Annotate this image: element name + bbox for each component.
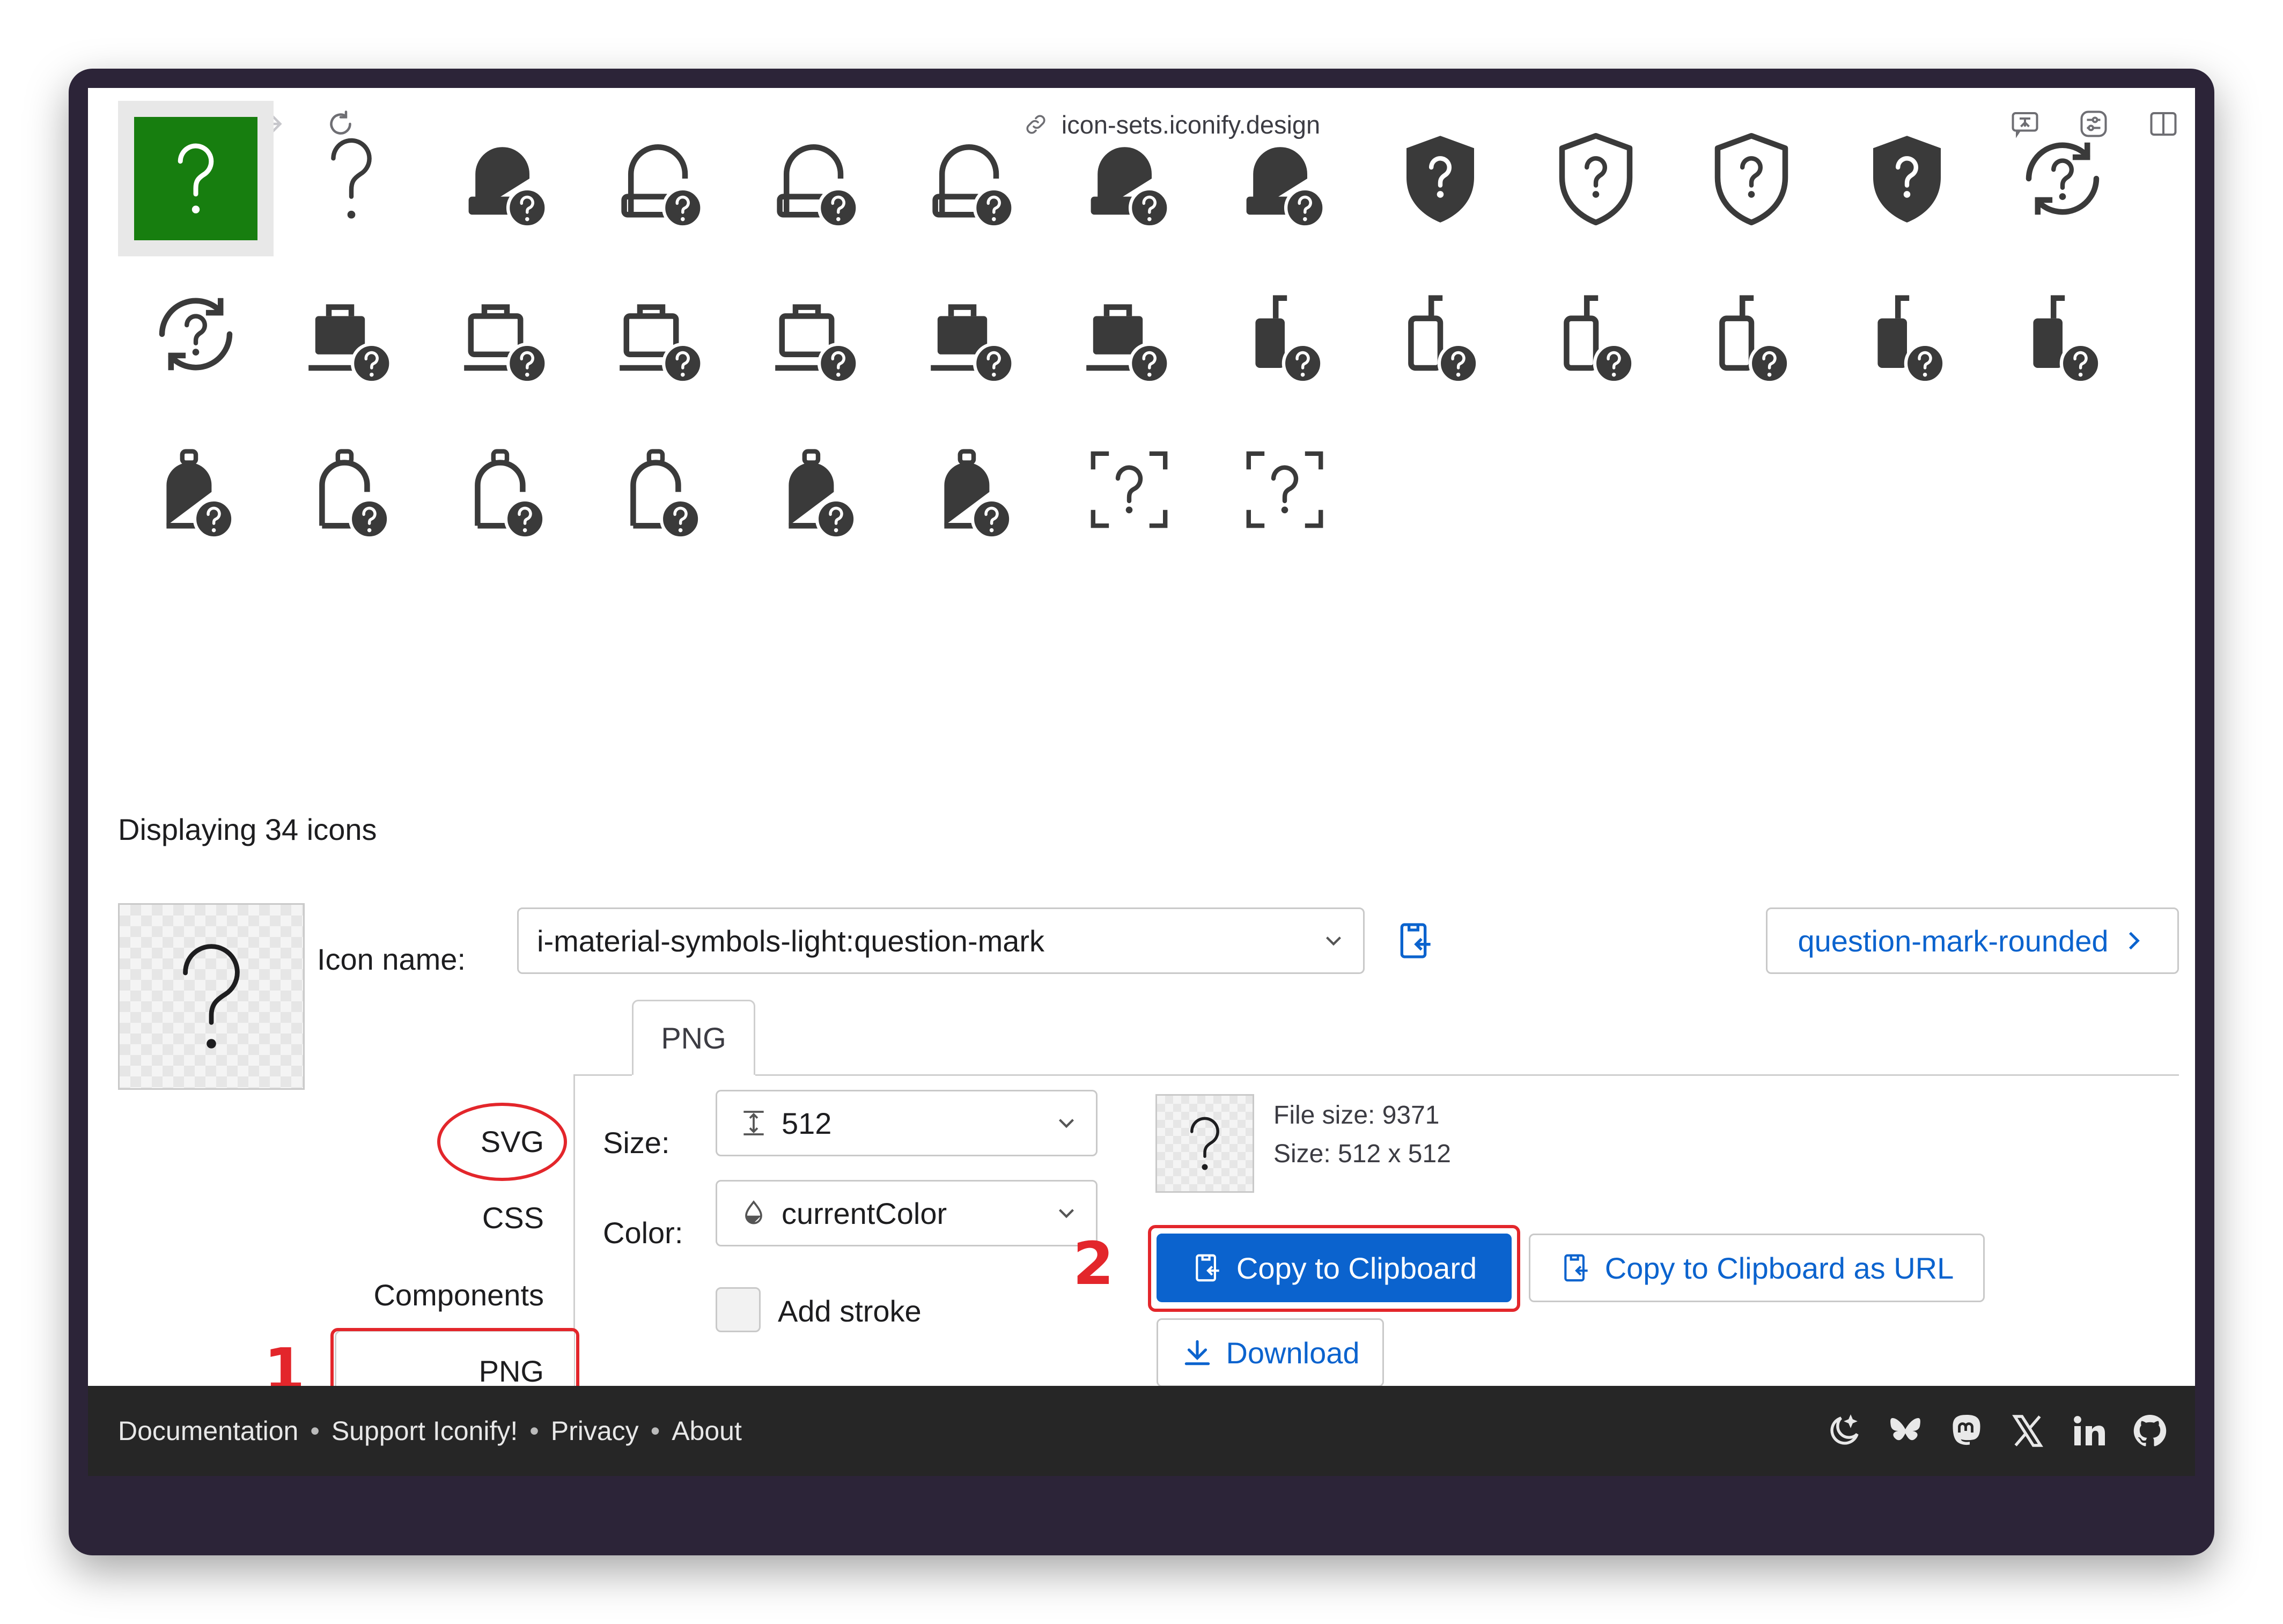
copy-url-label: Copy to Clipboard as URL xyxy=(1604,1251,1954,1285)
question-mark-filled-square-icon[interactable] xyxy=(118,101,274,256)
luggage-question-filled-2-icon[interactable] xyxy=(1829,256,1985,412)
work-question-outline-icon[interactable] xyxy=(429,256,585,412)
tab-png[interactable]: PNG xyxy=(632,1000,755,1075)
download-label: Download xyxy=(1226,1335,1360,1370)
work-question-filled-icon[interactable] xyxy=(274,256,429,412)
help-clinic-filled-icon[interactable] xyxy=(429,101,585,256)
size-label: Size: xyxy=(603,1126,670,1160)
luggage-question-filled-3-icon[interactable] xyxy=(1985,256,2140,412)
luggage-question-filled-icon[interactable] xyxy=(1207,256,1363,412)
add-stroke-label[interactable]: Add stroke xyxy=(778,1294,922,1328)
png-preview xyxy=(1155,1094,1254,1193)
help-clinic-filled-2-icon[interactable] xyxy=(1051,101,1207,256)
question-mark-icon xyxy=(1190,1117,1219,1170)
github-icon[interactable] xyxy=(2129,1409,2171,1452)
droplet-icon xyxy=(745,1200,762,1224)
sync-question-2-icon[interactable] xyxy=(118,256,274,412)
download-icon xyxy=(1185,1340,1210,1365)
backpack-question-outline-icon[interactable] xyxy=(274,412,429,567)
sync-question-icon[interactable] xyxy=(1985,101,2140,256)
browser-content: icon-sets.iconify.design Displaying 34 i… xyxy=(88,88,2195,1476)
tab-underline-left xyxy=(573,1074,632,1076)
help-clinic-outline-icon[interactable] xyxy=(585,101,740,256)
footer-separator: • xyxy=(529,1416,539,1446)
image-size-text: Size: 512 x 512 xyxy=(1273,1140,1451,1168)
mastodon-icon[interactable] xyxy=(1945,1409,1988,1452)
backpack-question-filled-icon[interactable] xyxy=(118,412,274,567)
shield-question-filled-2-icon[interactable] xyxy=(1829,101,1985,256)
chevron-down-icon xyxy=(1059,1119,1074,1128)
icon-count-text: Displaying 34 icons xyxy=(118,813,377,846)
svg-highlight-circle xyxy=(437,1103,567,1181)
footer-separator: • xyxy=(310,1416,320,1446)
color-value: currentColor xyxy=(782,1196,947,1230)
chevron-down-icon xyxy=(1326,936,1341,946)
icon-name-label: Icon name: xyxy=(316,942,466,976)
chevron-down-icon xyxy=(1059,1209,1074,1219)
work-question-outline-2-icon[interactable] xyxy=(585,256,740,412)
frame-question-2-icon[interactable] xyxy=(1207,412,1363,567)
height-icon xyxy=(743,1111,764,1135)
linkedin-icon[interactable] xyxy=(2067,1409,2110,1452)
icon-name-select[interactable]: i-material-symbols-light:question-mark xyxy=(517,907,1365,974)
color-select[interactable]: currentColor xyxy=(716,1180,1098,1246)
next-icon-button[interactable]: question-mark-rounded xyxy=(1766,907,2179,974)
luggage-question-outline-icon[interactable] xyxy=(1363,256,1518,412)
bluesky-icon[interactable] xyxy=(1884,1409,1927,1452)
x-icon[interactable] xyxy=(2006,1409,2049,1452)
clipboard-icon xyxy=(1564,1254,1588,1282)
backpack-question-filled-2-icon[interactable] xyxy=(740,412,896,567)
side-tab-css[interactable]: CSS xyxy=(367,1200,544,1235)
work-question-outline-3-icon[interactable] xyxy=(740,256,896,412)
footer: Documentation • Support Iconify! • Priva… xyxy=(88,1386,2195,1476)
footer-link-about[interactable]: About xyxy=(672,1415,742,1446)
download-button[interactable]: Download xyxy=(1157,1318,1384,1387)
size-value: 512 xyxy=(782,1106,832,1140)
chevron-right-icon xyxy=(2129,932,2140,950)
shield-question-filled-icon[interactable] xyxy=(1363,101,1518,256)
split-view-icon[interactable] xyxy=(2145,105,2182,143)
next-icon-label: question-mark-rounded xyxy=(1798,924,2109,958)
backpack-question-filled-3-icon[interactable] xyxy=(896,412,1051,567)
luggage-question-outline-2-icon[interactable] xyxy=(1518,256,1674,412)
question-mark-icon[interactable] xyxy=(274,101,429,256)
icon-name-value: i-material-symbols-light:question-mark xyxy=(537,924,1045,958)
footer-link-support[interactable]: Support Iconify! xyxy=(332,1415,518,1446)
copy-highlight-box xyxy=(1148,1225,1520,1312)
step-2-label: 2 xyxy=(1073,1229,1114,1298)
frame-question-icon[interactable] xyxy=(1051,412,1207,567)
work-question-filled-3-icon[interactable] xyxy=(1051,256,1207,412)
question-mark-icon xyxy=(183,944,240,1049)
file-size-text: File size: 9371 xyxy=(1273,1101,1440,1130)
copy-url-button[interactable]: Copy to Clipboard as URL xyxy=(1529,1234,1985,1302)
shield-question-outline-2-icon[interactable] xyxy=(1674,101,1829,256)
footer-link-documentation[interactable]: Documentation xyxy=(118,1415,298,1446)
side-tab-components[interactable]: Components xyxy=(313,1278,544,1312)
copy-clipboard-icon[interactable] xyxy=(1395,919,1438,962)
tab-underline-right xyxy=(755,1074,2179,1076)
footer-separator: • xyxy=(650,1416,660,1446)
help-clinic-outline-3-icon[interactable] xyxy=(896,101,1051,256)
luggage-question-outline-3-icon[interactable] xyxy=(1674,256,1829,412)
backpack-question-outline-2-icon[interactable] xyxy=(429,412,585,567)
work-question-filled-2-icon[interactable] xyxy=(896,256,1051,412)
backpack-question-outline-3-icon[interactable] xyxy=(585,412,740,567)
selected-icon-tile xyxy=(134,117,257,240)
help-clinic-outline-2-icon[interactable] xyxy=(740,101,896,256)
moon-stars-icon[interactable] xyxy=(1823,1409,1866,1452)
add-stroke-checkbox[interactable] xyxy=(716,1287,761,1332)
help-clinic-filled-3-icon[interactable] xyxy=(1207,101,1363,256)
shield-question-outline-icon[interactable] xyxy=(1518,101,1674,256)
icon-preview xyxy=(118,903,305,1090)
color-label: Color: xyxy=(603,1216,683,1250)
size-select[interactable]: 512 xyxy=(716,1090,1098,1156)
footer-link-privacy[interactable]: Privacy xyxy=(551,1415,639,1446)
